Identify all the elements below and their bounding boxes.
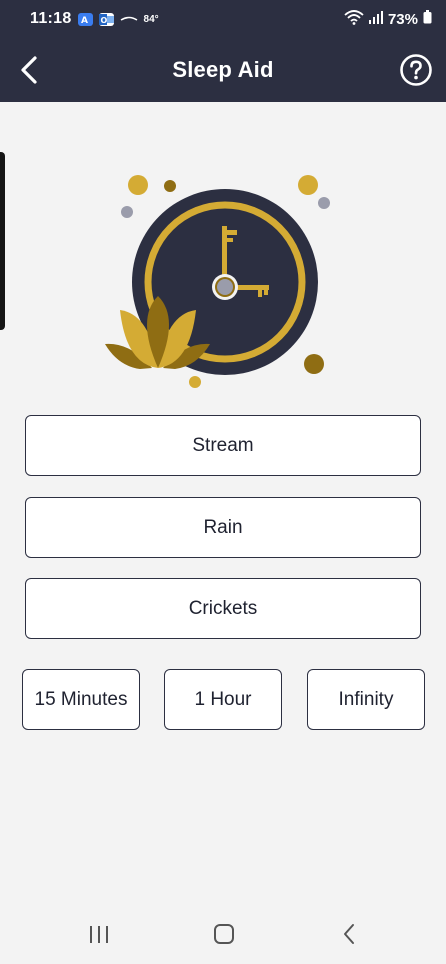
battery-percent: 73% [387, 10, 418, 28]
sound-button-crickets[interactable]: Crickets [25, 578, 421, 639]
signal-icon [368, 10, 383, 28]
timer-button-infinity[interactable]: Infinity [307, 669, 425, 730]
status-right: 73% [344, 9, 432, 29]
clock-lotus-illustration [100, 168, 340, 394]
home-icon [214, 924, 234, 944]
weather-cloud-icon [120, 11, 138, 28]
status-temperature: 84° [143, 13, 159, 25]
page-title: Sleep Aid [172, 57, 274, 82]
battery-icon [423, 10, 432, 28]
svg-text:A: A [81, 16, 88, 26]
status-left: 11:18 A O 84° [30, 10, 159, 28]
app-header: Sleep Aid [0, 38, 446, 102]
home-button[interactable] [204, 918, 244, 950]
app-a-icon: A [77, 12, 93, 26]
sound-button-stream[interactable]: Stream [25, 415, 421, 476]
status-time: 11:18 [30, 10, 72, 27]
help-circle-icon [400, 54, 432, 86]
help-button[interactable] [396, 50, 436, 90]
timer-button-15-minutes[interactable]: 15 Minutes [22, 669, 140, 730]
wifi-icon [344, 9, 364, 29]
back-icon [344, 924, 354, 944]
timer-button-1-hour[interactable]: 1 Hour [164, 669, 282, 730]
recent-apps-button[interactable] [79, 918, 119, 950]
edge-panel-handle[interactable] [0, 152, 5, 330]
outlook-icon: O [98, 12, 114, 26]
nav-back-button[interactable] [329, 918, 369, 950]
recent-apps-icon [90, 926, 108, 943]
clock-lotus-icon [105, 175, 330, 388]
svg-text:O: O [100, 16, 107, 25]
sound-button-rain[interactable]: Rain [25, 497, 421, 558]
system-nav-bar [0, 902, 446, 964]
status-bar: 11:18 A O 84° 73% [0, 0, 446, 38]
